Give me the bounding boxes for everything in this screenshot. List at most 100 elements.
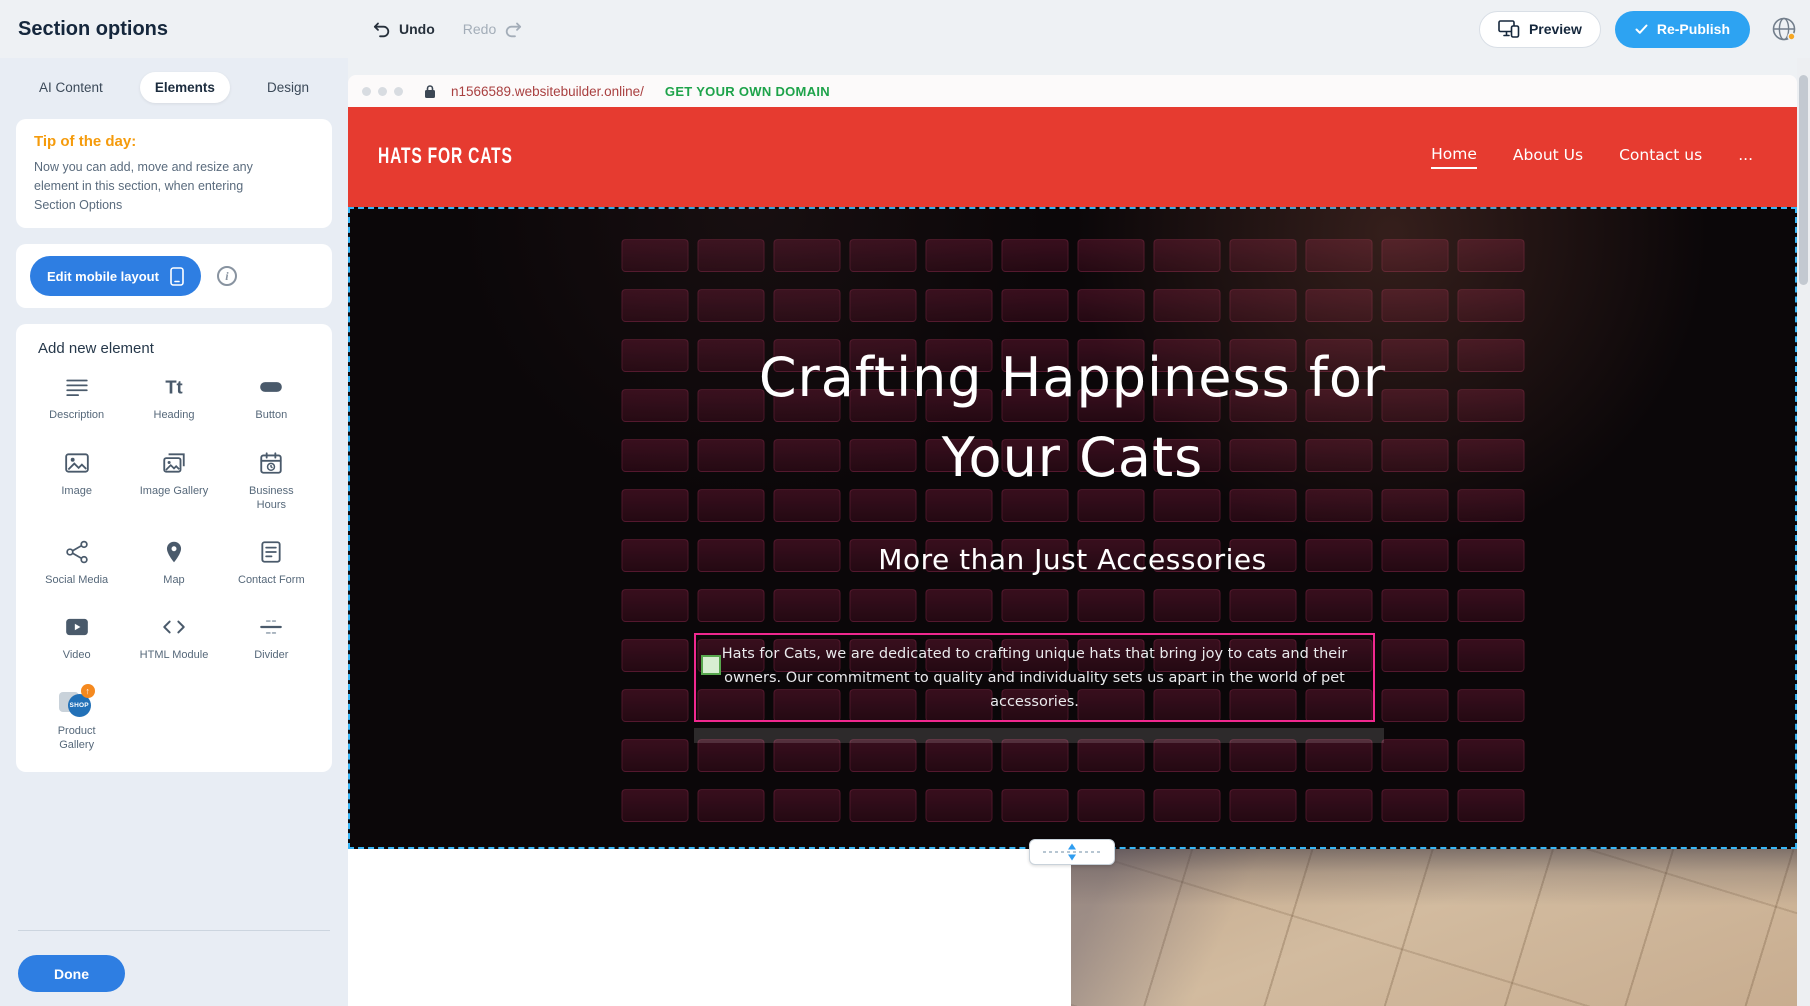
republish-button[interactable]: Re-Publish	[1615, 11, 1750, 48]
tile	[1001, 739, 1068, 772]
browser-chrome-bar: n1566589.websitebuilder.online/ GET YOUR…	[348, 75, 1797, 107]
element-grid: Description Tt Heading Button Image Imag…	[30, 373, 318, 752]
element-product-gallery[interactable]: SHOP Product Gallery	[30, 689, 123, 753]
element-social-media[interactable]: Social Media	[30, 538, 123, 587]
tip-body: Now you can add, move and resize any ele…	[34, 158, 284, 214]
element-map[interactable]: Map	[127, 538, 220, 587]
tile	[697, 539, 764, 572]
tile	[1077, 589, 1144, 622]
tile	[1229, 489, 1296, 522]
tile	[849, 439, 916, 472]
element-button[interactable]: Button	[225, 373, 318, 422]
tile	[1077, 339, 1144, 372]
nav-contact-us[interactable]: Contact us	[1619, 146, 1702, 168]
tile	[773, 589, 840, 622]
site-header: HATS FOR CATS Home About Us Contact us .…	[348, 107, 1797, 207]
tile	[1153, 489, 1220, 522]
element-divider[interactable]: Divider	[225, 613, 318, 662]
preview-button[interactable]: Preview	[1479, 11, 1601, 48]
element-html-module[interactable]: HTML Module	[127, 613, 220, 662]
add-element-title: Add new element	[38, 340, 318, 357]
upgrade-badge-icon	[81, 684, 95, 698]
element-description[interactable]: Description	[30, 373, 123, 422]
tile	[1457, 239, 1524, 272]
tile	[1305, 339, 1372, 372]
nav-about-us[interactable]: About Us	[1513, 146, 1583, 168]
preview-icon	[1498, 20, 1520, 38]
tile	[1229, 539, 1296, 572]
tile	[1153, 589, 1220, 622]
undo-label: Undo	[399, 21, 435, 37]
tile	[1001, 239, 1068, 272]
tile	[773, 239, 840, 272]
tile	[849, 239, 916, 272]
scrollbar-thumb[interactable]	[1799, 75, 1808, 285]
tab-design[interactable]: Design	[252, 72, 324, 103]
page-title: Section options	[18, 18, 168, 41]
tile	[1001, 439, 1068, 472]
nav-more[interactable]: ...	[1738, 146, 1753, 168]
tile	[1229, 339, 1296, 372]
vertical-scrollbar[interactable]	[1797, 58, 1810, 1006]
map-icon	[161, 538, 187, 566]
tile	[1153, 339, 1220, 372]
sidebar-tabs: AI Content Elements Design	[24, 72, 324, 103]
selected-text-element[interactable]: Hats for Cats, we are dedicated to craft…	[694, 633, 1375, 722]
hero-paragraph: Hats for Cats, we are dedicated to craft…	[710, 642, 1360, 714]
tile	[1457, 639, 1524, 672]
tip-title: Tip of the day:	[34, 133, 314, 150]
svg-text:Tt: Tt	[165, 377, 182, 398]
tile	[849, 489, 916, 522]
edit-mobile-layout-button[interactable]: Edit mobile layout	[30, 256, 201, 296]
done-button[interactable]: Done	[18, 955, 125, 992]
tile	[1381, 589, 1448, 622]
tile	[925, 539, 992, 572]
info-icon[interactable]	[217, 266, 237, 286]
tile	[1001, 339, 1068, 372]
element-business-hours[interactable]: Business Hours	[225, 449, 318, 513]
tile	[849, 339, 916, 372]
tile	[1457, 439, 1524, 472]
undo-icon	[372, 21, 391, 38]
resize-arrows-icon	[1041, 842, 1103, 862]
window-dot	[378, 87, 387, 96]
tile	[621, 739, 688, 772]
element-heading[interactable]: Tt Heading	[127, 373, 220, 422]
hero-section[interactable]: Crafting Happiness for Your Cats More th…	[348, 207, 1797, 849]
tile	[1381, 339, 1448, 372]
tile	[697, 789, 764, 822]
tile	[697, 439, 764, 472]
tile	[1077, 739, 1144, 772]
section-resize-handle[interactable]	[1029, 839, 1115, 865]
nav-home[interactable]: Home	[1431, 145, 1477, 169]
tab-ai-content[interactable]: AI Content	[24, 72, 118, 103]
tile	[1001, 489, 1068, 522]
tile	[773, 439, 840, 472]
drag-handle[interactable]	[701, 655, 721, 675]
tile	[1381, 289, 1448, 322]
tile	[773, 339, 840, 372]
tile	[1305, 589, 1372, 622]
tile	[1077, 239, 1144, 272]
tile	[621, 289, 688, 322]
get-your-own-domain-link[interactable]: GET YOUR OWN DOMAIN	[665, 84, 830, 99]
redo-label: Redo	[463, 21, 496, 37]
tile	[1305, 489, 1372, 522]
undo-button[interactable]: Undo	[372, 21, 435, 38]
language-globe-button[interactable]	[1768, 13, 1800, 45]
phone-icon	[170, 267, 184, 286]
tile	[1381, 789, 1448, 822]
element-image[interactable]: Image	[30, 449, 123, 513]
redo-button[interactable]: Redo	[463, 21, 523, 38]
tile	[849, 539, 916, 572]
tile	[621, 489, 688, 522]
sidebar: AI Content Elements Design Tip of the da…	[0, 58, 348, 1006]
tile	[621, 689, 688, 722]
tile	[1305, 439, 1372, 472]
element-video[interactable]: Video	[30, 613, 123, 662]
tile	[849, 289, 916, 322]
globe-icon	[1769, 14, 1799, 44]
element-image-gallery[interactable]: Image Gallery	[127, 449, 220, 513]
element-contact-form[interactable]: Contact Form	[225, 538, 318, 587]
tab-elements[interactable]: Elements	[140, 72, 230, 103]
